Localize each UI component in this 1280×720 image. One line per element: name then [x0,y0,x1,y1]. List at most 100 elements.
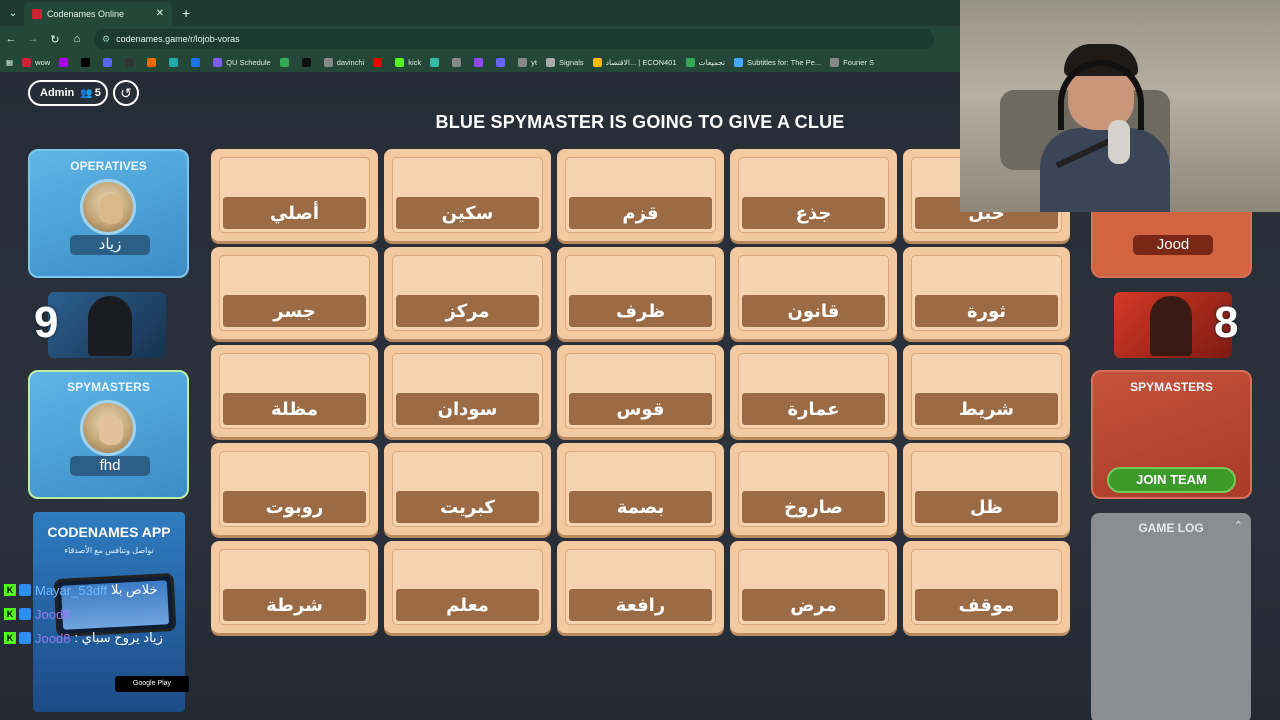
word-card[interactable]: جذع [730,149,897,241]
bookmark-label: Fourier S [843,57,874,67]
browser-tab[interactable]: Codenames Online ✕ [24,2,172,26]
bookmark-item[interactable] [125,57,138,67]
bookmark-item[interactable]: QU Schedule [213,57,271,67]
word-card[interactable]: سودان [384,345,551,437]
bookmark-item[interactable]: davinchi [323,57,364,67]
bookmark-item[interactable] [103,57,116,67]
bookmark-item[interactable]: Fourier S [830,57,874,67]
card-word: جذع [742,197,885,229]
chat-message: K Mayar_53dff خلاص بلا [0,578,220,602]
chat-message: K Jood8 [0,602,220,626]
bookmark-favicon-icon [301,57,311,67]
card-word: ثورة [915,295,1058,327]
word-card[interactable]: بصمة [557,443,724,535]
bookmark-label: Signals [559,57,584,67]
blue-operative-name: زياد [70,235,150,255]
word-card[interactable]: قوس [557,345,724,437]
back-icon[interactable]: ← [0,33,22,45]
word-card[interactable]: قانون [730,247,897,339]
bookmark-favicon-icon [103,57,113,67]
bookmark-item[interactable]: kick [395,57,421,67]
word-card[interactable]: رافعة [557,541,724,633]
bookmark-item[interactable] [147,57,160,67]
blue-spymasters-panel: SPYMASTERS fhd [28,370,189,499]
word-card[interactable]: معلم [384,541,551,633]
bookmark-item[interactable] [169,57,182,67]
close-tab-icon[interactable]: ✕ [156,8,164,19]
home-icon[interactable]: ⌂ [66,33,88,45]
word-card[interactable]: صاروخ [730,443,897,535]
chat-badge-icon [19,608,31,620]
card-word: معلم [396,589,539,621]
tab-search-icon[interactable]: ⌄ [2,2,24,24]
bookmark-item[interactable]: تجميعات [685,57,725,67]
bookmark-item[interactable]: الاقتصاد... | ECON401 [592,57,677,67]
bookmark-favicon-icon [22,57,32,67]
word-card[interactable]: كبريت [384,443,551,535]
apps-icon[interactable]: ▦ [6,58,13,67]
bookmark-label: الاقتصاد... | ECON401 [605,57,677,67]
bookmark-label: wow [35,57,51,67]
reset-icon[interactable]: ↺ [113,80,139,106]
bookmark-favicon-icon [395,57,405,67]
word-card[interactable]: سكين [384,149,551,241]
blue-operatives-title: OPERATIVES [70,159,147,173]
bookmark-favicon-icon [592,57,602,67]
bookmark-item[interactable] [81,57,94,67]
word-card[interactable]: مظلة [211,345,378,437]
word-card[interactable]: عمارة [730,345,897,437]
word-card[interactable]: جسر [211,247,378,339]
kick-icon: K [4,632,16,644]
chat-text: : زياد يروح سباي [74,630,163,645]
word-card[interactable]: ثورة [903,247,1070,339]
word-card[interactable]: قزم [557,149,724,241]
bookmark-item[interactable]: wow [22,57,51,67]
blue-score-card [48,292,166,358]
card-word: ظرف [569,295,712,327]
word-card[interactable]: مركز [384,247,551,339]
join-team-button[interactable]: JOIN TEAM [1107,467,1236,493]
bookmark-item[interactable]: Subtitles for: The Pe... [734,57,821,67]
site-info-icon[interactable]: ⚙ [102,34,110,45]
reload-icon[interactable]: ↻ [44,33,66,46]
bookmark-favicon-icon [59,57,69,67]
card-word: شريط [915,393,1058,425]
card-word: مرض [742,589,885,621]
admin-button[interactable]: Admin 👥 5 [28,80,108,106]
bookmark-item[interactable] [452,57,465,67]
bookmark-item[interactable] [474,57,487,67]
word-card[interactable]: روبوت [211,443,378,535]
bookmark-item[interactable] [373,57,386,67]
bookmark-favicon-icon [191,57,201,67]
forward-icon[interactable]: → [22,33,44,45]
new-tab-icon[interactable]: + [182,5,190,21]
streamer-image [1040,44,1170,212]
bookmark-favicon-icon [496,57,506,67]
bookmark-item[interactable] [301,57,315,67]
word-card[interactable]: شريط [903,345,1070,437]
word-card[interactable]: موقف [903,541,1070,633]
bookmark-item[interactable] [279,57,293,67]
word-card[interactable]: ظل [903,443,1070,535]
bookmark-favicon-icon [734,57,744,67]
blue-spymaster-name: fhd [70,456,150,476]
bookmark-item[interactable]: yt [518,57,537,67]
card-word: قانون [742,295,885,327]
card-word: مظلة [223,393,366,425]
word-card[interactable]: مرض [730,541,897,633]
stream-chat-overlay: K Mayar_53dff خلاص بلا K Jood8 K Jood8: زياد ي… [0,578,220,650]
word-card[interactable]: أصلي [211,149,378,241]
bookmark-item[interactable] [191,57,204,67]
card-word: ظل [915,491,1058,523]
tab-title: Codenames Online [47,9,125,19]
url-field[interactable]: ⚙ codenames.game/r/lojob-voras [94,29,934,49]
blue-spymaster-avatar [80,400,136,456]
bookmark-item[interactable] [59,57,72,67]
bookmark-item[interactable] [430,57,443,67]
collapse-chevron-icon[interactable]: ⌃ [1234,519,1243,532]
word-card[interactable]: ظرف [557,247,724,339]
bookmark-item[interactable]: Signals [546,57,584,67]
google-play-badge[interactable]: Google Play [115,676,189,692]
word-card[interactable]: شرطة [211,541,378,633]
bookmark-item[interactable] [496,57,509,67]
